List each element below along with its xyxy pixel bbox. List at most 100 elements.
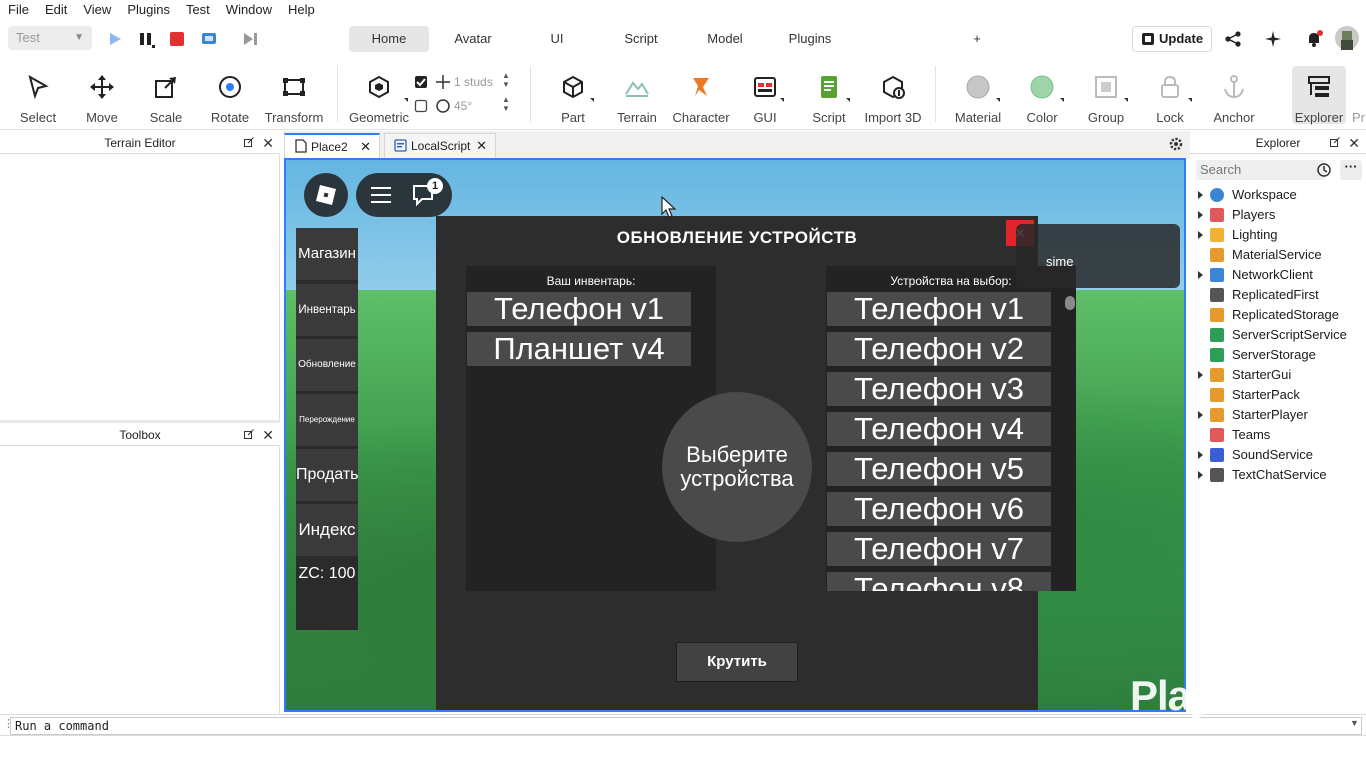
rotate-tool[interactable]: Rotate: [202, 62, 258, 125]
explorer-item[interactable]: ReplicatedFirst: [1190, 285, 1366, 305]
stepper-icon[interactable]: ▲ ▼: [502, 71, 510, 89]
undock-icon[interactable]: [244, 429, 254, 439]
expand-arrow-icon[interactable]: [1198, 231, 1203, 239]
explorer-search-input[interactable]: Search: [1196, 160, 1326, 180]
character-tool[interactable]: Character: [668, 62, 734, 125]
upgrade-button[interactable]: Обновление: [296, 339, 358, 391]
gui-tool[interactable]: GUI: [740, 62, 790, 125]
pause-icon[interactable]: [135, 28, 157, 50]
step-icon[interactable]: [239, 28, 261, 50]
explorer-item[interactable]: StarterGui: [1190, 365, 1366, 385]
doc-tab-localscript[interactable]: LocalScript ✕: [384, 133, 496, 158]
choice-item[interactable]: Телефон v2: [827, 332, 1051, 366]
explorer-item[interactable]: Teams: [1190, 425, 1366, 445]
checkbox-checked-icon[interactable]: [414, 75, 428, 89]
close-icon[interactable]: ✕: [360, 135, 371, 159]
hamburger-icon[interactable]: [370, 185, 392, 205]
chevron-down-icon[interactable]: ▼: [1350, 718, 1359, 728]
move-tool[interactable]: Move: [74, 62, 130, 125]
expand-arrow-icon[interactable]: [1198, 271, 1203, 279]
explorer-toggle[interactable]: Explorer: [1292, 66, 1346, 125]
rotate-snap-field[interactable]: 45° ▲ ▼: [414, 95, 520, 116]
explorer-item[interactable]: TextChatService: [1190, 465, 1366, 485]
menu-help[interactable]: Help: [280, 0, 323, 20]
undock-icon[interactable]: [1330, 137, 1340, 147]
notifications-icon[interactable]: [1303, 28, 1325, 50]
tab-script[interactable]: Script: [597, 26, 685, 52]
expand-arrow-icon[interactable]: [1198, 471, 1203, 479]
inventory-item[interactable]: Телефон v1: [467, 292, 691, 326]
checkbox-unchecked-icon[interactable]: [414, 99, 428, 113]
expand-arrow-icon[interactable]: [1198, 211, 1203, 219]
expand-arrow-icon[interactable]: [1198, 191, 1203, 199]
close-icon[interactable]: ✕: [476, 134, 487, 158]
explorer-item[interactable]: MaterialService: [1190, 245, 1366, 265]
stop-icon[interactable]: [166, 28, 188, 50]
tab-ui[interactable]: UI: [517, 26, 597, 52]
explorer-item[interactable]: Workspace: [1190, 185, 1366, 205]
play-icon[interactable]: [104, 28, 126, 50]
terrain-tool[interactable]: Terrain: [608, 62, 666, 125]
choice-item[interactable]: Телефон v8: [827, 572, 1051, 591]
undock-icon[interactable]: [244, 137, 254, 147]
menu-window[interactable]: Window: [218, 0, 280, 20]
client-server-icon[interactable]: [198, 28, 220, 50]
choice-item[interactable]: Телефон v3: [827, 372, 1051, 406]
choice-item[interactable]: Телефон v5: [827, 452, 1051, 486]
close-icon[interactable]: ✕: [262, 132, 274, 154]
shop-button[interactable]: Магазин: [296, 228, 358, 280]
menu-plugins[interactable]: Plugins: [119, 0, 178, 20]
sell-button[interactable]: Продать: [296, 449, 358, 501]
tab-avatar[interactable]: Avatar: [429, 26, 517, 52]
menu-test[interactable]: Test: [178, 0, 218, 20]
select-devices-circle[interactable]: Выберите устройства: [662, 392, 812, 542]
doc-tab-place2[interactable]: Place2 ✕: [284, 133, 380, 158]
tab-plugins[interactable]: Plugins: [765, 26, 855, 52]
inventory-item[interactable]: Планшет v4: [467, 332, 691, 366]
rebirth-button[interactable]: Перерождение: [296, 394, 358, 446]
close-icon[interactable]: ✕: [1348, 132, 1360, 154]
lock-tool[interactable]: Lock: [1142, 62, 1198, 125]
inventory-button[interactable]: Инвентарь: [296, 284, 358, 336]
share-icon[interactable]: [1222, 28, 1244, 50]
explorer-item[interactable]: SoundService: [1190, 445, 1366, 465]
explorer-item[interactable]: NetworkClient: [1190, 265, 1366, 285]
menu-view[interactable]: View: [75, 0, 119, 20]
expand-arrow-icon[interactable]: [1198, 451, 1203, 459]
geometric-tool[interactable]: Geometric: [344, 62, 414, 125]
tab-model[interactable]: Model: [685, 26, 765, 52]
update-button[interactable]: Update: [1132, 26, 1212, 52]
avatar[interactable]: [1335, 26, 1359, 50]
scale-tool[interactable]: Scale: [138, 62, 194, 125]
color-tool[interactable]: Color: [1014, 62, 1070, 125]
choice-item[interactable]: Телефон v4: [827, 412, 1051, 446]
explorer-item[interactable]: ServerScriptService: [1190, 325, 1366, 345]
game-viewport[interactable]: 1 Магазин Инвентарь Обновление Перерожде…: [284, 158, 1186, 712]
expand-arrow-icon[interactable]: [1198, 411, 1203, 419]
history-icon[interactable]: [1316, 162, 1332, 178]
select-tool[interactable]: Select: [10, 62, 66, 125]
spin-button[interactable]: Крутить: [676, 642, 798, 682]
part-tool[interactable]: Part: [546, 62, 600, 125]
add-tab-button[interactable]: +: [966, 26, 988, 52]
menu-edit[interactable]: Edit: [37, 0, 75, 20]
scrollbar-thumb[interactable]: [1065, 296, 1075, 310]
choices-list[interactable]: Устройства на выбор: Телефон v1 Телефон …: [826, 266, 1076, 591]
explorer-item[interactable]: Lighting: [1190, 225, 1366, 245]
tab-home[interactable]: Home: [349, 26, 429, 52]
explorer-item[interactable]: Players: [1190, 205, 1366, 225]
explorer-item[interactable]: StarterPlayer: [1190, 405, 1366, 425]
explorer-item[interactable]: ReplicatedStorage: [1190, 305, 1366, 325]
script-tool[interactable]: Script: [802, 62, 856, 125]
roblox-menu-button[interactable]: [304, 173, 348, 217]
explorer-item[interactable]: ServerStorage: [1190, 345, 1366, 365]
group-tool[interactable]: Group: [1078, 62, 1134, 125]
move-snap-field[interactable]: 1 studs ▲ ▼: [414, 71, 520, 92]
play-mode-select[interactable]: Test ▼: [8, 26, 92, 50]
index-button[interactable]: Индекс: [296, 504, 358, 556]
explorer-item[interactable]: StarterPack: [1190, 385, 1366, 405]
material-tool[interactable]: Material: [950, 62, 1006, 125]
gear-icon[interactable]: [1168, 136, 1184, 152]
choice-item[interactable]: Телефон v7: [827, 532, 1051, 566]
menu-file[interactable]: File: [0, 0, 37, 20]
